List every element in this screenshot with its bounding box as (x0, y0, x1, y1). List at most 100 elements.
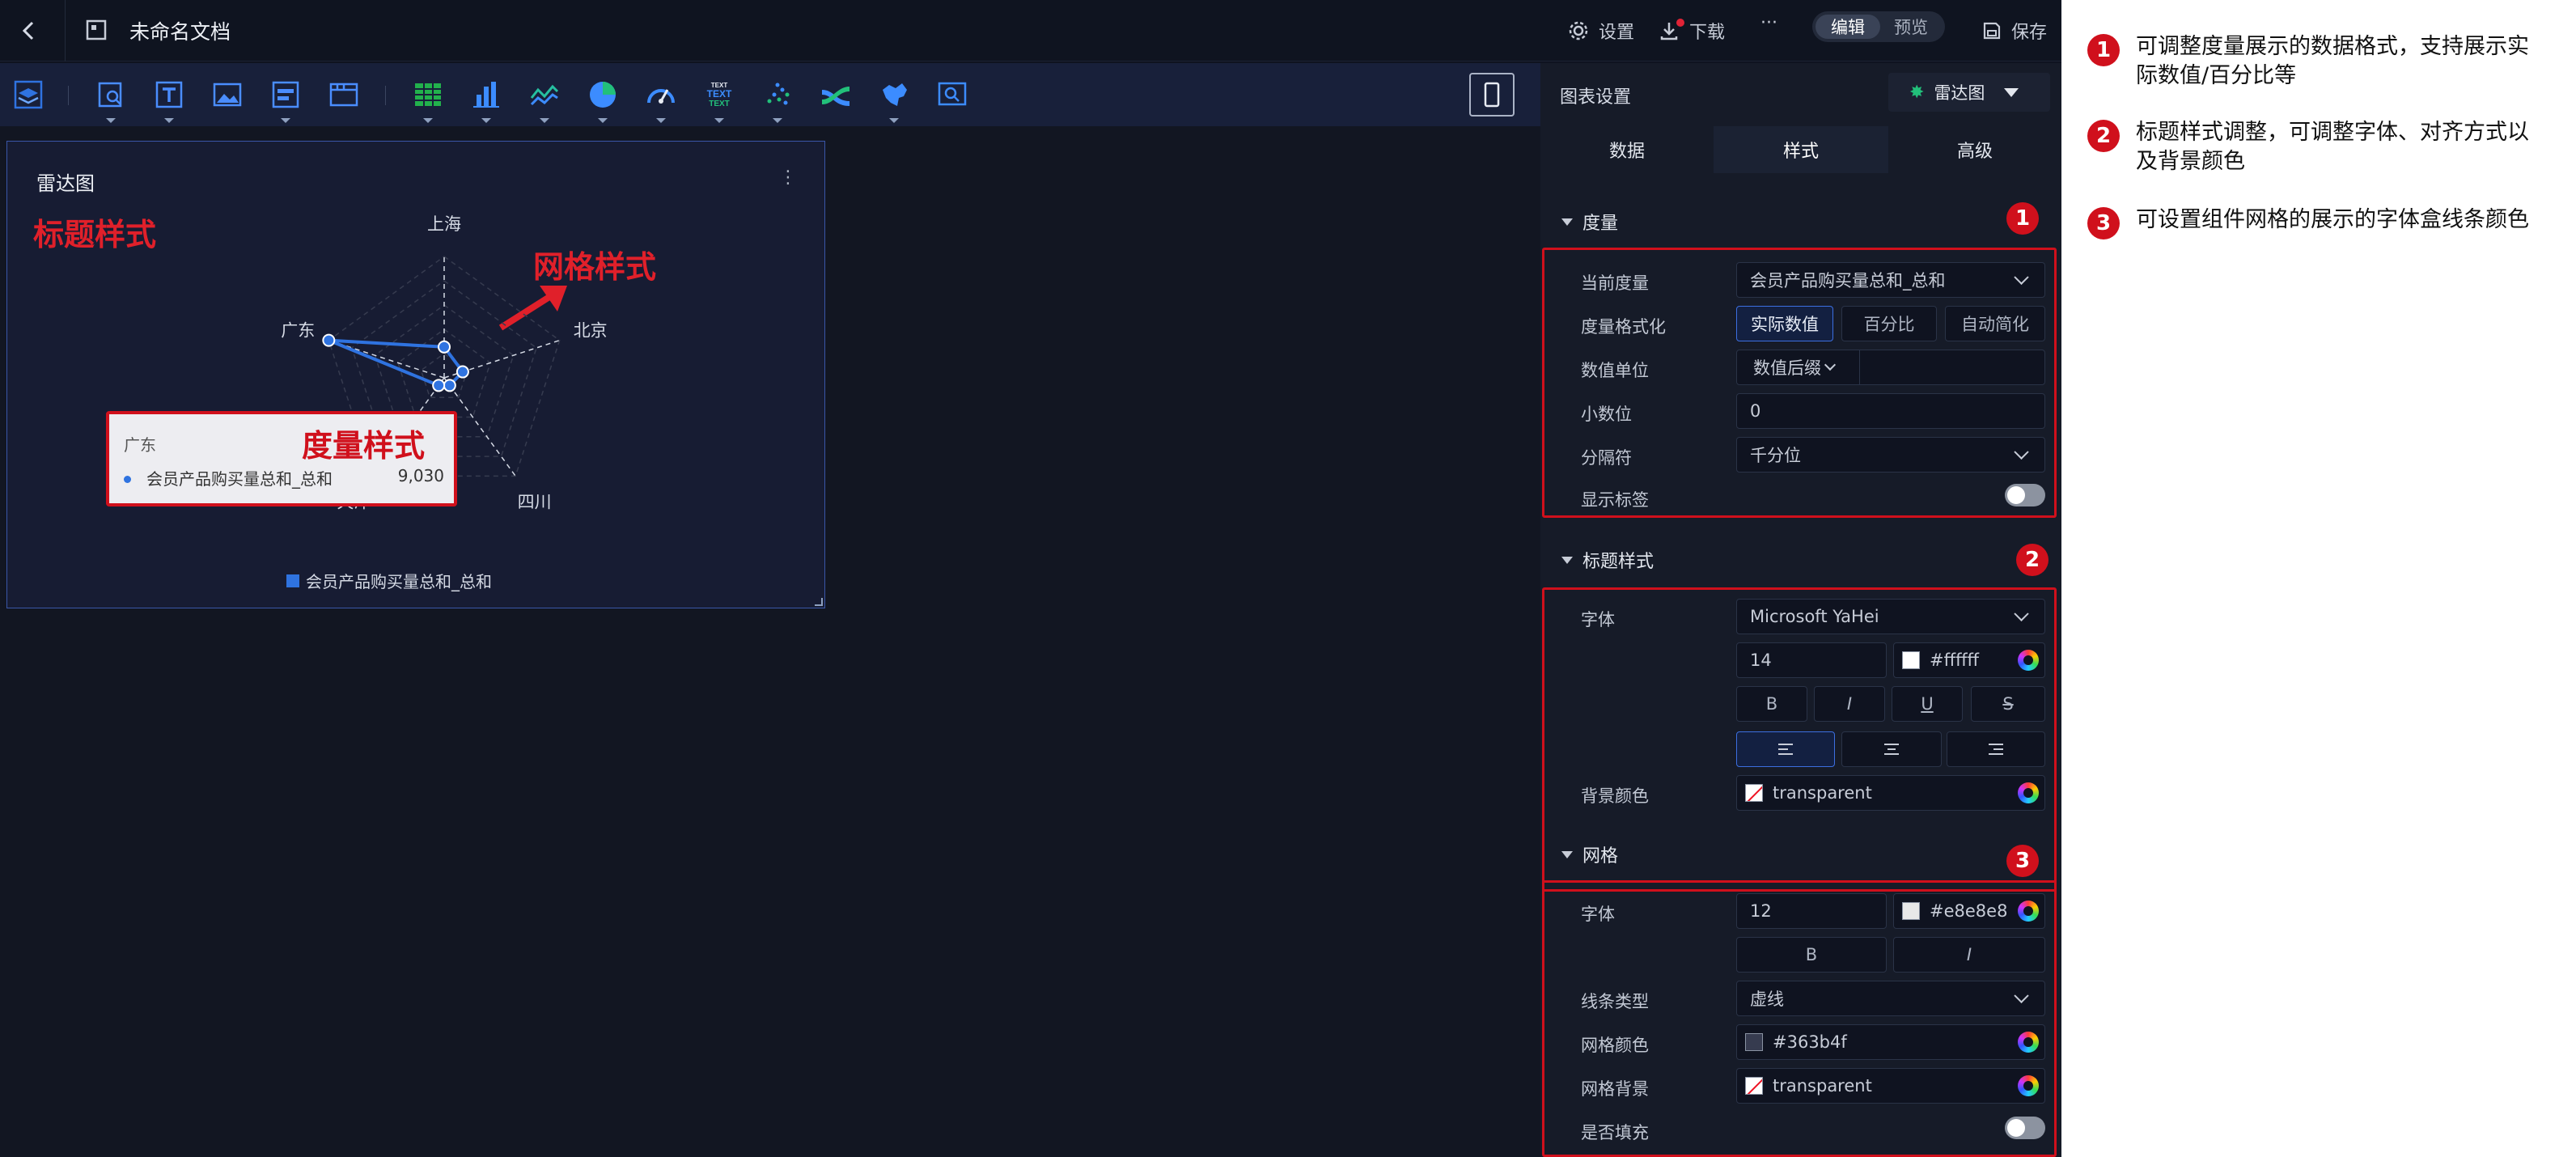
grid-bg-value: transparent (1773, 1076, 1872, 1096)
gauge-icon[interactable] (644, 78, 678, 123)
format-auto-simplify-button[interactable]: 自动简化 (1945, 306, 2045, 341)
document-title[interactable]: 未命名文档 (129, 16, 231, 45)
table-icon[interactable] (411, 78, 445, 123)
section-measure-header[interactable]: 度量 (1561, 209, 1618, 235)
bar-chart-icon[interactable] (469, 78, 503, 123)
radar-widget[interactable]: 雷达图 ⋮ 标题样式 网格样式 上海北京四川天津广东 会员产品购买量总和_总和 … (6, 141, 825, 608)
fill-toggle[interactable] (2005, 1117, 2045, 1139)
tab-style[interactable]: 样式 (1714, 126, 1888, 173)
window-icon[interactable] (327, 78, 361, 112)
grid-font-label: 字体 (1581, 905, 1615, 924)
preview-mode-tab[interactable]: 预览 (1880, 15, 1942, 39)
note-item-1: 1 可调整度量展示的数据格式，支持展示实际数值/百分比等 (2087, 32, 2540, 91)
scatter-icon[interactable] (761, 78, 794, 123)
map-icon[interactable] (877, 78, 911, 123)
zoom-area-icon[interactable] (935, 78, 969, 112)
edit-mode-tab[interactable]: 编辑 (1815, 15, 1880, 39)
mobile-preview-icon[interactable] (1469, 73, 1515, 117)
bold-button[interactable]: B (1736, 686, 1807, 722)
show-label-toggle[interactable] (2005, 484, 2045, 506)
radar-axis-label: 四川 (518, 493, 552, 512)
chart-type-select[interactable]: ✸ 雷达图 (1888, 73, 2050, 112)
line-chart-icon[interactable] (527, 78, 561, 123)
component-toolbar: TEXT TEXT TEXT (0, 63, 1540, 126)
radar-chart-icon: ✸ (1909, 82, 1925, 103)
line-type-select[interactable]: 虚线 (1736, 981, 2045, 1016)
decimal-label: 小数位 (1581, 405, 1632, 424)
grid-bg-label: 网格背景 (1581, 1079, 1649, 1099)
transparent-swatch (1745, 1077, 1763, 1095)
right-align-icon (1989, 744, 2003, 755)
notification-dot (1676, 19, 1684, 27)
measure-format-label: 度量格式化 (1581, 317, 1666, 337)
grid-bg-field[interactable]: transparent (1736, 1068, 2045, 1104)
value-unit-field[interactable]: 数值后缀 (1736, 350, 2045, 385)
back-icon[interactable] (16, 18, 42, 44)
radar-axis-label: 广东 (281, 320, 315, 340)
color-picker-icon[interactable] (2018, 650, 2039, 671)
grid-font-size-input[interactable]: 12 (1736, 893, 1887, 929)
show-label-label: 显示标签 (1581, 490, 1649, 510)
grid-font-color-value: #e8e8e8 (1930, 901, 2008, 921)
color-swatch (1902, 651, 1920, 669)
section-grid-header[interactable]: 网格 (1561, 841, 1618, 867)
pie-chart-icon[interactable] (586, 78, 620, 123)
sankey-icon[interactable] (819, 78, 853, 112)
strikethrough-button[interactable]: S (1971, 686, 2045, 722)
annotation-badge-3: 3 (2006, 845, 2039, 877)
grid-color-field[interactable]: #363b4f (1736, 1024, 2045, 1060)
align-center-button[interactable] (1841, 731, 1942, 767)
tab-data[interactable]: 数据 (1540, 126, 1714, 173)
align-right-button[interactable] (1947, 731, 2045, 767)
filter-search-icon[interactable] (94, 78, 128, 123)
current-measure-select[interactable]: 会员产品购买量总和_总和 (1736, 262, 2045, 298)
legend-label: 会员产品购买量总和_总和 (306, 572, 492, 591)
value-suffix-select[interactable]: 数值后缀 (1737, 350, 1860, 384)
save-label: 保存 (2011, 23, 2048, 43)
color-picker-icon[interactable] (2018, 901, 2039, 922)
color-picker-icon[interactable] (2018, 782, 2039, 803)
chart-type-label: 雷达图 (1934, 83, 1985, 103)
radar-data-point (322, 333, 336, 347)
text-icon[interactable] (152, 78, 186, 123)
text-cloud-word: TEXT (707, 88, 732, 100)
text-cloud-icon[interactable]: TEXT TEXT TEXT (702, 78, 736, 123)
grid-bold-button[interactable]: B (1736, 937, 1887, 973)
more-menu-button[interactable]: ··· (1760, 13, 1777, 33)
left-align-icon (1778, 744, 1793, 755)
color-picker-icon[interactable] (2018, 1075, 2039, 1096)
format-percent-button[interactable]: 百分比 (1841, 306, 1937, 341)
download-button[interactable]: 下载 (1659, 15, 1725, 47)
value-suffix-label: 数值后缀 (1753, 358, 1821, 378)
list-card-icon[interactable] (269, 78, 303, 123)
underline-button[interactable]: U (1892, 686, 1963, 722)
grid-italic-button[interactable]: I (1893, 937, 2045, 973)
chart-legend[interactable]: 会员产品购买量总和_总和 (286, 569, 492, 592)
decimal-input[interactable]: 0 (1736, 393, 2045, 429)
current-measure-label: 当前度量 (1581, 273, 1649, 293)
color-picker-icon[interactable] (2018, 1032, 2039, 1053)
note-number: 3 (2087, 207, 2120, 239)
settings-button[interactable]: 设置 (1568, 15, 1634, 47)
radar-data-point (455, 365, 469, 379)
save-button[interactable]: 保存 (1982, 15, 2047, 47)
separator-label: 分隔符 (1581, 448, 1632, 468)
chart-settings-panel: 图表设置 ✸ 雷达图 数据 样式 高级 度量 1 当前度量 会员产品购买量总和_… (1540, 63, 2061, 1157)
title-font-select[interactable]: Microsoft YaHei (1736, 599, 2045, 634)
separator-select[interactable]: 千分位 (1736, 437, 2045, 473)
format-actual-value-button[interactable]: 实际数值 (1736, 306, 1833, 341)
title-bg-color-field[interactable]: transparent (1736, 775, 2045, 811)
italic-button[interactable]: I (1814, 686, 1885, 722)
radar-axis-label: 北京 (574, 320, 608, 340)
layers-icon[interactable] (11, 78, 45, 112)
annotation-measure-style: 度量样式 (302, 428, 426, 464)
align-left-button[interactable] (1736, 731, 1835, 767)
radar-data-point (438, 340, 451, 354)
image-icon[interactable] (210, 78, 244, 112)
resize-handle[interactable] (815, 598, 823, 606)
center-align-icon (1884, 744, 1899, 755)
section-title-style-header[interactable]: 标题样式 (1561, 547, 1654, 573)
annotation-badge-1: 1 (2006, 202, 2039, 235)
tab-advanced[interactable]: 高级 (1888, 126, 2061, 173)
title-font-size-input[interactable]: 14 (1736, 642, 1887, 678)
